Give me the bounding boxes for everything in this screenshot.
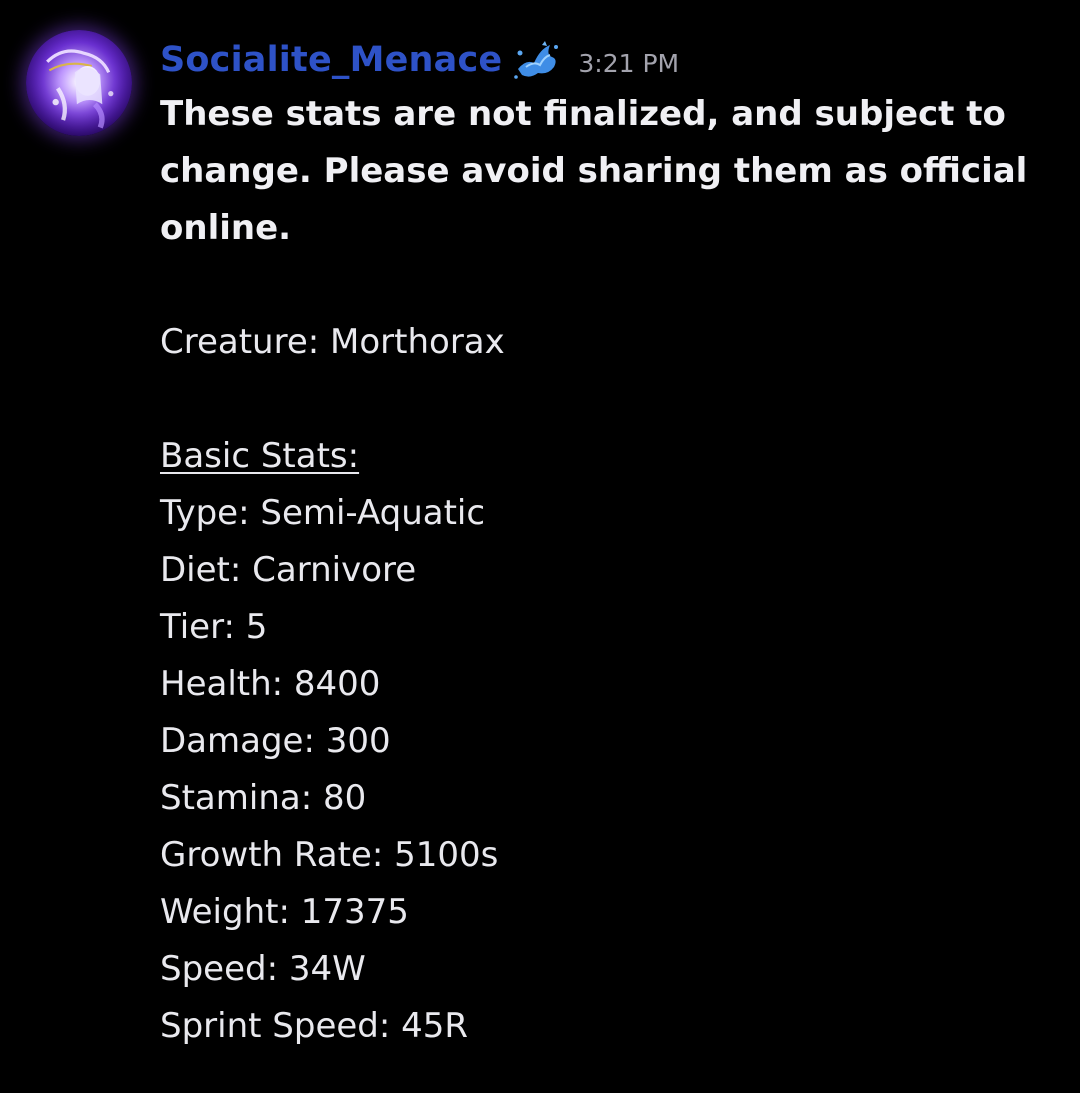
stat-diet: Diet: Carnivore xyxy=(160,550,417,590)
stat-damage: Damage: 300 xyxy=(160,721,391,761)
stat-growth-rate: Growth Rate: 5100s xyxy=(160,835,499,875)
basic-stats-heading: Basic Stats: xyxy=(160,428,1040,485)
creature-name: Creature: Morthorax xyxy=(160,322,505,362)
stat-speed: Speed: 34W xyxy=(160,949,366,989)
stat-type: Type: Semi-Aquatic xyxy=(160,493,486,533)
disclaimer-line: change. Please avoid sharing them as off… xyxy=(160,151,1028,191)
avatar[interactable] xyxy=(26,30,132,136)
stat-sprint-speed: Sprint Speed: 45R xyxy=(160,1006,469,1046)
message-timestamp: 3:21 PM xyxy=(578,48,680,78)
stat-weight: Weight: 17375 xyxy=(160,892,409,932)
stat-stamina: Stamina: 80 xyxy=(160,778,367,818)
username[interactable]: Socialite_Menace xyxy=(160,40,502,80)
chat-message: Socialite_Menace 3:21 PM These stats are… xyxy=(0,0,1080,1093)
message-content: These stats are not finalized, and subje… xyxy=(160,86,1040,1055)
disclaimer-line: These stats are not finalized, and subje… xyxy=(160,94,1006,134)
blue-splash-icon[interactable] xyxy=(512,39,560,81)
disclaimer-text: These stats are not finalized, and subje… xyxy=(160,86,1040,257)
stat-tier: Tier: 5 xyxy=(160,607,268,647)
basic-stats-heading-text: Basic Stats: xyxy=(160,436,360,476)
stat-health: Health: 8400 xyxy=(160,664,381,704)
disclaimer-line: online. xyxy=(160,208,292,248)
avatar-character-icon xyxy=(28,32,130,134)
message-header: Socialite_Menace 3:21 PM xyxy=(160,38,679,82)
